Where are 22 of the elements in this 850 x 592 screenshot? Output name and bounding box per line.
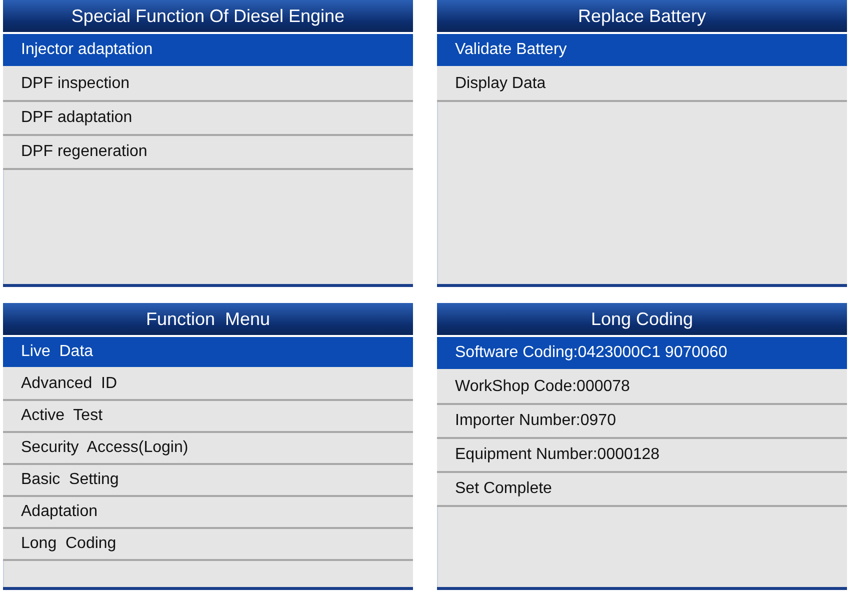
menu-item[interactable]: Long Coding bbox=[3, 529, 413, 561]
menu-item[interactable]: Live Data bbox=[3, 337, 413, 369]
screen-title: Function Menu bbox=[3, 303, 413, 337]
menu-item[interactable]: Basic Setting bbox=[3, 465, 413, 497]
menu-item[interactable]: DPF inspection bbox=[3, 68, 413, 102]
menu-item[interactable]: Software Coding:0423000C1 9070060 bbox=[437, 337, 847, 371]
menu-item[interactable]: Adaptation bbox=[3, 497, 413, 529]
menu-item[interactable]: DPF regeneration bbox=[3, 136, 413, 170]
menu-item[interactable]: Security Access(Login) bbox=[3, 433, 413, 465]
screen-title: Special Function Of Diesel Engine bbox=[3, 0, 413, 34]
screen-title: Long Coding bbox=[437, 303, 847, 337]
menu-item[interactable]: Display Data bbox=[437, 68, 847, 102]
menu-item[interactable]: WorkShop Code:000078 bbox=[437, 371, 847, 405]
menu-item[interactable]: Advanced ID bbox=[3, 369, 413, 401]
menu-item[interactable]: DPF adaptation bbox=[3, 102, 413, 136]
menu-item[interactable]: Importer Number:0970 bbox=[437, 405, 847, 439]
menu-item[interactable]: Equipment Number:0000128 bbox=[437, 439, 847, 473]
menu-item[interactable]: Injector adaptation bbox=[3, 34, 413, 68]
menu-item[interactable]: Set Complete bbox=[437, 473, 847, 507]
screen-title: Replace Battery bbox=[437, 0, 847, 34]
menu-item[interactable]: Active Test bbox=[3, 401, 413, 433]
menu-item[interactable]: Validate Battery bbox=[437, 34, 847, 68]
